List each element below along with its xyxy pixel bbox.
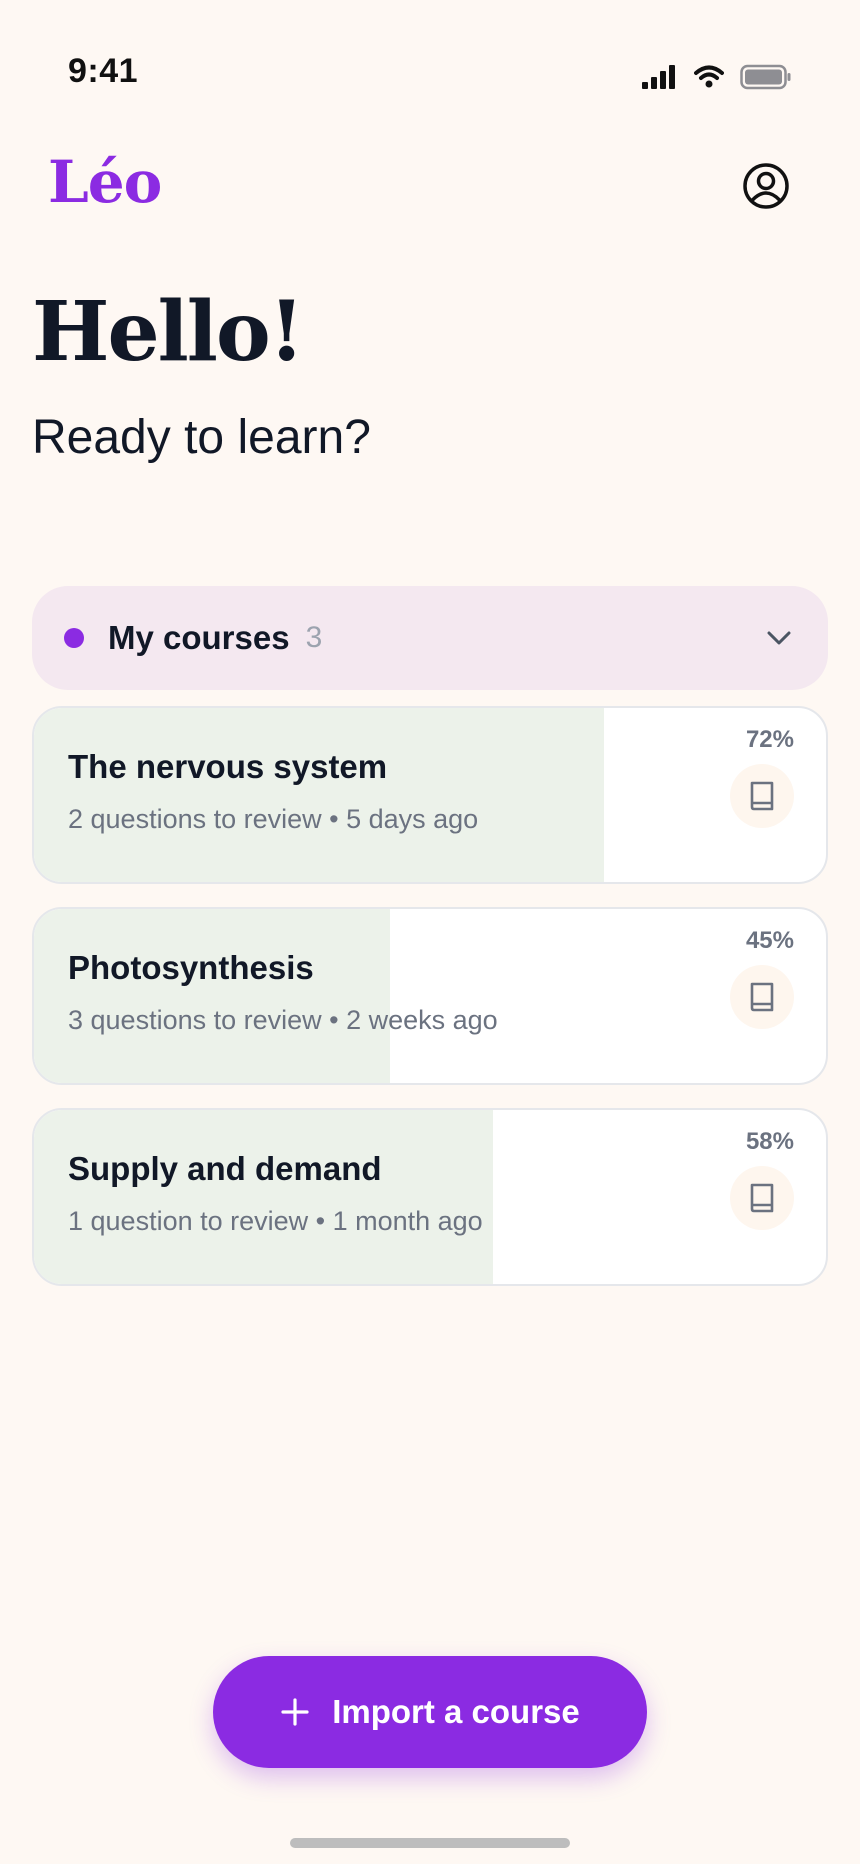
course-meta: 2 questions to review • 5 days ago xyxy=(68,804,479,834)
chevron-down-icon xyxy=(767,631,791,645)
course-title: The nervous system xyxy=(68,748,388,785)
course-icon xyxy=(730,1166,794,1230)
signal-icon xyxy=(642,65,675,89)
book-icon xyxy=(750,781,774,811)
greeting-title: Hello! xyxy=(32,284,305,380)
course-card-photosynthesis[interactable]: Photosynthesis 3 questions to review • 2… xyxy=(32,907,828,1085)
import-course-label: Import a course xyxy=(332,1693,580,1730)
plus-icon xyxy=(281,1698,309,1726)
battery-icon xyxy=(740,64,791,90)
course-meta: 1 question to review • 1 month ago xyxy=(68,1206,483,1236)
courses-title: My courses xyxy=(108,619,290,656)
home-screen: 9:41 Léo Hello! Ready to learn? My cours… xyxy=(0,0,860,1864)
course-title: Photosynthesis xyxy=(68,949,314,986)
user-circle-icon xyxy=(743,163,789,209)
book-icon xyxy=(750,982,774,1012)
course-card-nervous-system[interactable]: The nervous system 2 questions to review… xyxy=(32,706,828,884)
import-course-button[interactable]: Import a course xyxy=(213,1656,647,1768)
course-progress-label: 58% xyxy=(745,1128,794,1155)
app-logo: Léo xyxy=(48,148,162,216)
course-icon xyxy=(730,764,794,828)
courses-dot xyxy=(64,628,84,648)
course-icon xyxy=(730,965,794,1029)
courses-count: 3 xyxy=(305,621,323,654)
greeting-subtitle: Ready to learn? xyxy=(32,411,371,464)
status-time: 9:41 xyxy=(68,52,139,90)
course-progress-fill xyxy=(34,1110,494,1284)
course-meta: 3 questions to review • 2 weeks ago xyxy=(68,1005,498,1035)
my-courses-toggle[interactable]: My courses 3 xyxy=(32,586,828,690)
course-progress-label: 45% xyxy=(745,927,794,954)
course-progress-fill xyxy=(34,708,605,882)
course-card-supply-demand[interactable]: Supply and demand 1 question to review •… xyxy=(32,1108,828,1286)
course-progress-fill xyxy=(34,909,391,1083)
book-icon xyxy=(750,1183,774,1213)
course-title: Supply and demand xyxy=(68,1150,382,1187)
home-indicator xyxy=(290,1838,570,1848)
wifi-icon xyxy=(694,65,724,88)
status-icons xyxy=(642,64,792,90)
course-progress-label: 72% xyxy=(745,726,794,753)
profile-button[interactable] xyxy=(742,162,790,210)
